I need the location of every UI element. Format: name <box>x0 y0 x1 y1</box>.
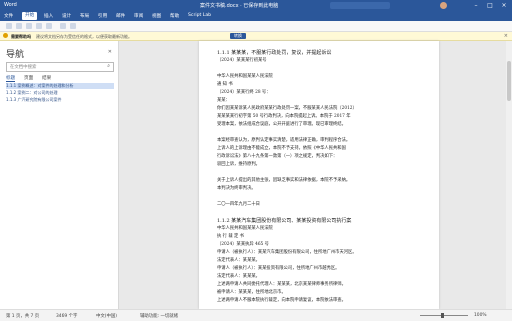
document-line[interactable]: 被申请人：某某某，住所地北京市。 <box>217 289 286 295</box>
user-avatar[interactable] <box>440 2 447 9</box>
status-bar: 第 1 页，共 7 页 3469 个字 中文(中国) 辅助功能: 一切就绪 10… <box>0 309 512 321</box>
document-page[interactable]: 1.1.1 某某某，不服某行政处罚，复议，并提起诉讼 （2024）某某某行初某号中… <box>199 41 439 309</box>
document-line[interactable]: 驳回上诉，维持原判。 <box>217 161 260 167</box>
document-line[interactable]: （2024）某某执异 465 号 <box>217 241 269 247</box>
tab-mailings[interactable]: 邮件 <box>116 13 125 19</box>
document-line[interactable]: 本判决为终审判决。 <box>217 185 256 191</box>
nav-tab-pages[interactable]: 页面 <box>24 75 33 81</box>
bold-icon[interactable] <box>26 23 32 29</box>
document-line[interactable]: 关于上诉人提出的其他主张，因缺乏事实和法律依据，本院不予采纳。 <box>217 177 350 183</box>
title-bar: Word 案件文书稿.docx · 已保存到此电脑 – □ × <box>0 0 512 11</box>
document-line[interactable]: 上述两申请人共同委托代理人：某某某，北京某某律师事务所律师。 <box>217 281 346 287</box>
app-name: Word <box>4 2 17 8</box>
document-line[interactable]: （2024）某某行终 28 号： <box>217 89 271 95</box>
zoom-slider-knob[interactable] <box>441 313 444 318</box>
title-search-box[interactable] <box>330 2 390 9</box>
tab-script-lab[interactable]: Script Lab <box>188 13 211 18</box>
document-line[interactable]: 中华人民共和国某某人民法院 <box>217 225 273 231</box>
tab-design[interactable]: 设计 <box>62 13 71 19</box>
nav-heading-item[interactable]: 1.1.1 案例概述：对案件的处理和分析 <box>6 83 114 89</box>
tab-home[interactable]: 开始 <box>22 12 38 20</box>
document-line[interactable]: 本案经审查认为，原判认定事实清楚，适用法律正确，审判程序合法。 <box>217 137 350 143</box>
notification-bar: 需要帮助吗 建议将文档另存为受信任的格式，以便获取最新功能。 转换 × <box>0 32 512 41</box>
minimize-button[interactable]: – <box>470 1 482 10</box>
font-icon[interactable] <box>16 23 22 29</box>
zoom-slider[interactable] <box>420 315 468 316</box>
document-line[interactable]: 二〇一四年九月二十日 <box>217 201 260 207</box>
nav-heading-item[interactable]: 1.1.3 广汽研究院有限公司案件 <box>6 97 114 103</box>
word-count[interactable]: 3469 个字 <box>56 313 77 319</box>
maximize-button[interactable]: □ <box>484 1 496 10</box>
nav-tab-results[interactable]: 结果 <box>42 75 51 81</box>
tab-insert[interactable]: 插入 <box>44 13 53 19</box>
nav-tab-headings[interactable]: 标题 <box>6 75 16 82</box>
window-title: 案件文书稿.docx · 已保存到此电脑 <box>200 3 279 9</box>
accessibility-status[interactable]: 辅助功能: 一切就绪 <box>140 313 178 319</box>
ribbon-tabs: 文件 开始 插入 设计 布局 引用 邮件 审阅 视图 帮助 Script Lab <box>0 11 512 21</box>
search-icon[interactable]: ⌕ <box>107 63 110 69</box>
document-area: 1.1.1 某某某，不服某行政处罚，复议，并提起诉讼 （2024）某某某行初某号中… <box>119 41 512 309</box>
document-line[interactable]: 上诉人的上诉理由不能成立，本院不予支持。依照《中华人民共和国 <box>217 145 346 151</box>
tab-view[interactable]: 视图 <box>152 13 161 19</box>
document-line[interactable]: 某某某某行初字第 50 号行政判决，向本院提起上诉。本院于 2017 年 <box>217 113 351 119</box>
document-line[interactable]: 行政诉讼法》第八十九条第一款第（一）项之规定，判决如下： <box>217 153 337 159</box>
convert-button[interactable]: 转换 <box>230 32 246 39</box>
nav-search-placeholder: 在文档中搜索 <box>10 65 37 70</box>
underline-icon[interactable] <box>46 23 52 29</box>
document-line[interactable]: 1.1.2 某某汽车集团股份有限公司、某某投资有限公司执行案 <box>217 217 351 224</box>
zoom-level[interactable]: 100% <box>474 313 487 318</box>
document-line[interactable]: 某某： <box>217 97 230 103</box>
document-line[interactable]: 你们因某某诉某人民政府某某行政处罚一案，不服某某人民法院（2012） <box>217 105 357 111</box>
document-line[interactable]: 法定代表人：某某某。 <box>217 273 260 279</box>
nav-search-input[interactable]: 在文档中搜索 ⌕ <box>6 62 114 72</box>
language-indicator[interactable]: 中文(中国) <box>96 313 117 319</box>
document-line[interactable]: 受理本案，依法组成合议庭，公开开庭进行了审理。现已审理终结。 <box>217 121 346 127</box>
document-line[interactable]: 1.1.1 某某某，不服某行政处罚，复议，并提起诉讼 <box>217 49 331 56</box>
document-line[interactable]: 申请人（被执行人）：某某投资有限公司，住所地广州市越秀区。 <box>217 265 339 271</box>
styles-icon[interactable] <box>70 23 76 29</box>
tab-layout[interactable]: 布局 <box>80 13 89 19</box>
close-button[interactable]: × <box>498 1 510 10</box>
document-line[interactable]: （2024）某某某行初某号 <box>217 57 267 63</box>
nav-close-icon[interactable]: ✕ <box>108 49 112 55</box>
paste-icon[interactable] <box>6 23 12 29</box>
notice-close-icon[interactable]: × <box>504 33 508 39</box>
notice-label: 需要帮助吗 <box>11 33 31 39</box>
nav-heading-item[interactable]: 1.1.2 案例二：对公司的处理 <box>6 90 114 96</box>
tab-references[interactable]: 引用 <box>98 13 107 19</box>
document-line[interactable]: 上述两申请人不服本院执行裁定，向本院申请复议，本院依法审查。 <box>217 297 346 303</box>
scrollbar-thumb[interactable] <box>507 61 511 101</box>
info-icon <box>3 33 8 38</box>
tab-help[interactable]: 帮助 <box>170 13 179 19</box>
document-line[interactable]: 申请人（被执行人）：某某汽车集团股份有限公司，住所地广州市天河区。 <box>217 249 357 255</box>
tab-file[interactable]: 文件 <box>4 13 13 19</box>
document-line[interactable]: 中华人民共和国某某人民法院 <box>217 73 273 79</box>
document-line[interactable]: 法定代表人：某某某。 <box>217 257 260 263</box>
align-icon[interactable] <box>60 23 66 29</box>
italic-icon[interactable] <box>36 23 42 29</box>
tab-review[interactable]: 审阅 <box>134 13 143 19</box>
ribbon-toolbar <box>0 21 512 32</box>
document-line[interactable]: 通 知 书 <box>217 81 233 87</box>
document-line[interactable]: 执 行 裁 定 书 <box>217 233 244 239</box>
notice-message: 建议将文档另存为受信任的格式，以便获取最新功能。 <box>36 33 132 39</box>
vertical-scrollbar[interactable] <box>506 41 512 309</box>
page-count[interactable]: 第 1 页，共 7 页 <box>6 313 39 319</box>
navigation-pane: 导航 ✕ 在文档中搜索 ⌕ 标题 页面 结果 1.1.1 案例概述：对案件的处理… <box>0 41 119 309</box>
nav-title: 导航 <box>6 50 25 60</box>
